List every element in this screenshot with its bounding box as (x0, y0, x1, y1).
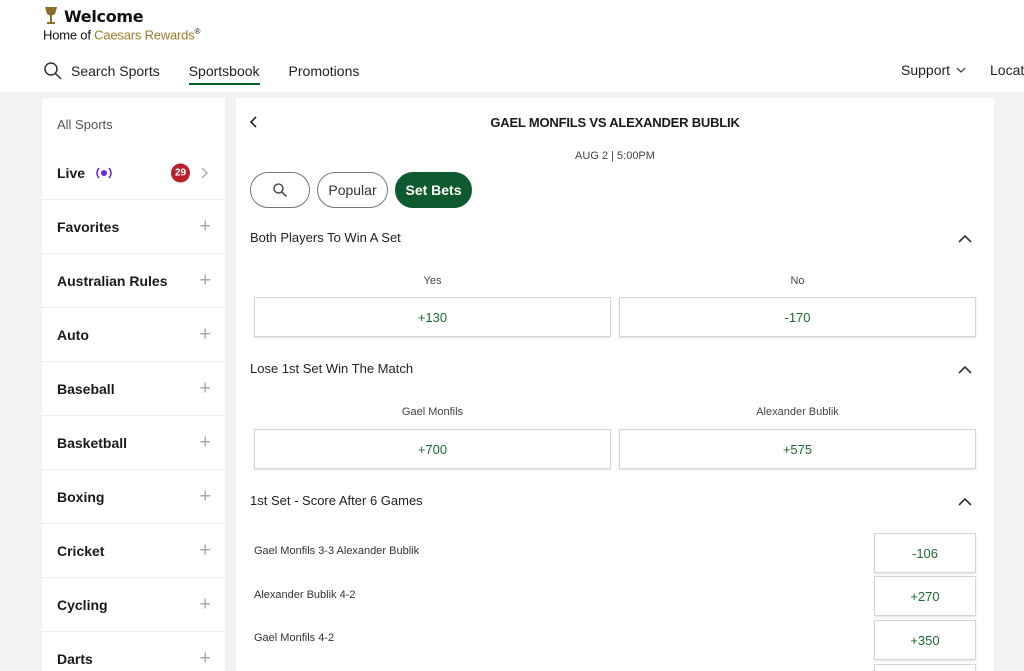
caesars-rewards-label: Caesars Rewards (94, 27, 195, 43)
main-nav: Search Sports Sportsbook Promotions (43, 58, 360, 85)
sidebar-item-baseball[interactable]: Baseball + (42, 362, 225, 416)
market-title: Lose 1st Set Win The Match (250, 361, 414, 376)
score-row-label: Alexander Bublik 4-2 (254, 589, 356, 601)
plus-icon: + (199, 269, 211, 291)
chevron-up-icon[interactable] (958, 234, 972, 243)
sidebar-item-boxing[interactable]: Boxing + (42, 470, 225, 524)
sidebar-item-australian-rules[interactable]: Australian Rules + (42, 254, 225, 308)
search-icon (273, 183, 287, 197)
odds-button-partial[interactable] (874, 664, 976, 671)
sidebar-item-label: Live (57, 164, 86, 181)
plus-icon: + (199, 323, 211, 345)
score-row-label: Gael Monfils 4-2 (254, 632, 335, 644)
sidebar-item-label: Darts (57, 650, 93, 667)
sidebar-item-label: Auto (57, 326, 89, 343)
sidebar-item-favorites[interactable]: Favorites + (42, 200, 225, 254)
tab-set-bets[interactable]: Set Bets (395, 172, 472, 208)
live-count-badge: 29 (171, 163, 190, 182)
sidebar-item-darts[interactable]: Darts + (42, 632, 225, 671)
plus-icon: + (199, 539, 211, 561)
nav-promotions[interactable]: Promotions (289, 63, 360, 79)
market-title: 1st Set - Score After 6 Games (250, 493, 423, 508)
sidebar-item-label: Basketball (57, 434, 128, 451)
chevron-up-icon[interactable] (958, 497, 972, 506)
option-label: Gael Monfils (401, 406, 464, 418)
location-menu[interactable]: Locatio (990, 62, 1024, 78)
registered-mark: ® (194, 27, 201, 36)
odds-button[interactable]: +575 (619, 429, 976, 469)
search-icon (44, 62, 62, 80)
support-label: Support (901, 62, 951, 78)
tab-popular[interactable]: Popular (317, 172, 388, 208)
option-label: Yes (423, 275, 442, 287)
plus-icon: + (199, 431, 211, 453)
event-date: AUG 2 | 5:00PM (575, 150, 655, 162)
score-row-label: Gael Monfils 3-3 Alexander Bublik (254, 545, 420, 557)
odds-button[interactable]: +130 (254, 297, 611, 337)
home-of-caesars-text: Home of Caesars Rewards® (43, 27, 200, 42)
welcome-text: Welcome (64, 6, 144, 26)
sidebar-item-label: Baseball (57, 380, 115, 397)
support-menu[interactable]: Support (901, 62, 966, 78)
chevron-down-icon (956, 67, 966, 73)
plus-icon: + (199, 593, 211, 615)
sports-sidebar: All Sports Live 29 Favorites + Australia… (42, 98, 225, 671)
odds-button[interactable]: -170 (619, 297, 976, 337)
option-label: Alexander Bublik (756, 406, 839, 418)
brand-logo[interactable]: Welcome Home of Caesars Rewards® (43, 6, 200, 43)
chevron-right-icon (201, 167, 208, 178)
market-search-button[interactable] (250, 172, 310, 208)
sidebar-item-basketball[interactable]: Basketball + (42, 416, 225, 470)
odds-button[interactable]: +700 (254, 429, 611, 469)
sidebar-item-auto[interactable]: Auto + (42, 308, 225, 362)
sidebar-item-label: Cricket (57, 542, 105, 559)
sidebar-item-cycling[interactable]: Cycling + (42, 578, 225, 632)
home-of-label: Home of (43, 27, 95, 43)
sidebar-item-label: Favorites (57, 218, 120, 235)
sidebar-item-cricket[interactable]: Cricket + (42, 524, 225, 578)
goblet-icon (45, 7, 57, 24)
sidebar-item-label: Cycling (57, 596, 108, 613)
odds-button[interactable]: -106 (874, 533, 976, 573)
search-sports-label: Search Sports (71, 63, 160, 79)
plus-icon: + (199, 215, 211, 237)
live-broadcast-icon (96, 167, 112, 178)
event-panel: GAEL MONFILS VS ALEXANDER BUBLIK AUG 2 |… (236, 98, 994, 671)
sidebar-item-label: Boxing (57, 488, 105, 505)
plus-icon: + (199, 485, 211, 507)
market-title: Both Players To Win A Set (250, 230, 401, 245)
chevron-up-icon[interactable] (958, 365, 972, 374)
option-label: No (790, 275, 805, 287)
sidebar-item-label: Australian Rules (57, 272, 168, 289)
market-filter-tabs: Popular Set Bets (250, 172, 479, 208)
odds-button[interactable]: +350 (874, 620, 976, 660)
nav-sportsbook[interactable]: Sportsbook (188, 63, 260, 85)
all-sports-link[interactable]: All Sports (42, 98, 225, 146)
odds-button[interactable]: +270 (874, 576, 976, 616)
location-label: Locatio (990, 62, 1024, 78)
sidebar-item-live[interactable]: Live 29 (42, 146, 225, 200)
plus-icon: + (199, 377, 211, 399)
search-sports-link[interactable]: Search Sports (43, 61, 189, 81)
site-header: Welcome Home of Caesars Rewards® Search … (0, 0, 1024, 92)
plus-icon: + (199, 647, 211, 669)
event-title: GAEL MONFILS VS ALEXANDER BUBLIK (490, 115, 740, 130)
